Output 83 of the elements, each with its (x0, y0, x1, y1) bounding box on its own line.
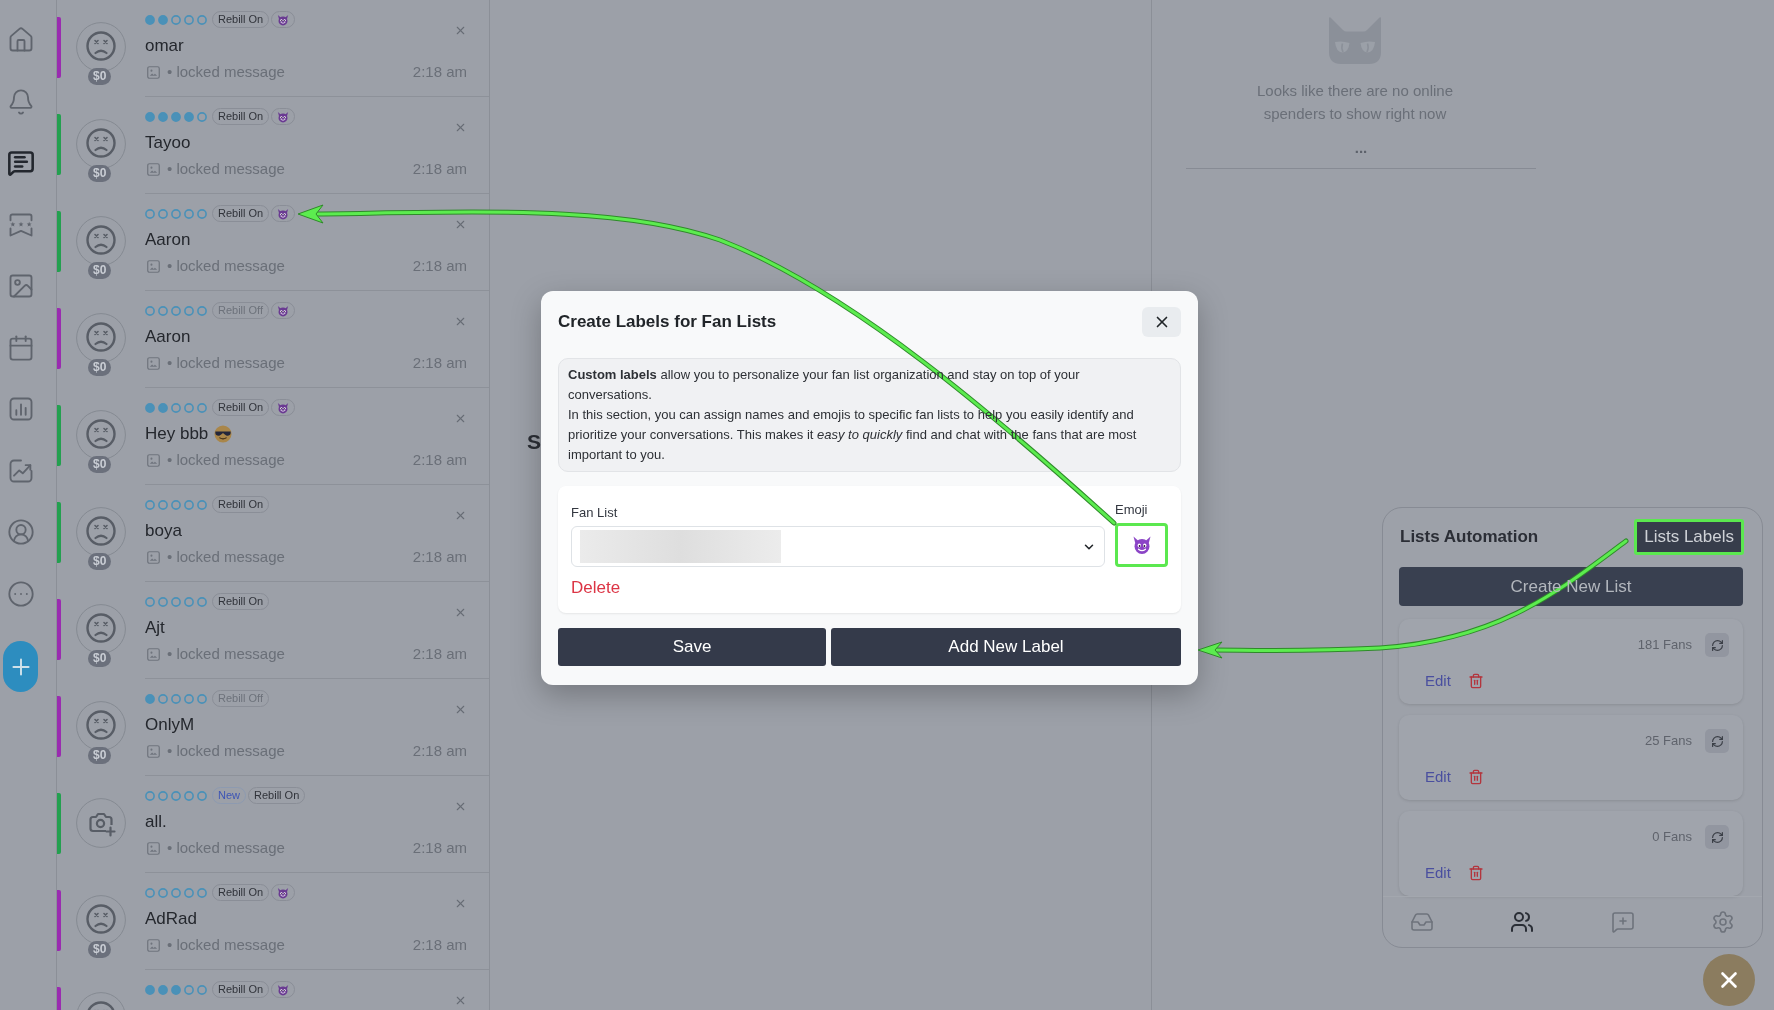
more-icon[interactable] (7, 579, 35, 608)
image-icon (147, 647, 160, 661)
chat-name: Hey bbb (145, 423, 209, 446)
image-icon (147, 162, 160, 176)
trash-icon[interactable] (1467, 769, 1484, 785)
spend-badge: $0 (88, 262, 112, 279)
refresh-icon (1710, 830, 1724, 844)
spend-badge: $0 (88, 747, 112, 764)
image-icon (147, 938, 160, 952)
image-icon (147, 550, 160, 564)
close-icon[interactable] (454, 703, 467, 716)
message-plus-icon[interactable] (1610, 910, 1635, 934)
close-icon[interactable] (454, 121, 467, 134)
create-list-button[interactable]: Create New List (1399, 567, 1743, 606)
close-icon[interactable] (454, 218, 467, 231)
inbox-icon[interactable] (1410, 910, 1434, 934)
image-icon[interactable] (7, 272, 35, 300)
dialog-title: Create Labels for Fan Lists (558, 311, 777, 334)
field-label: Emoji (1115, 502, 1148, 518)
refresh-button[interactable] (1705, 825, 1729, 849)
refresh-icon (1710, 638, 1724, 652)
add-button[interactable] (3, 641, 38, 692)
close-icon[interactable] (454, 606, 467, 619)
users-icon[interactable] (1510, 910, 1535, 934)
refresh-button[interactable] (1705, 729, 1729, 753)
close-icon[interactable] (454, 24, 467, 37)
fans-count: 0 Fans (1652, 828, 1692, 847)
panel-title: Lists Automation (1400, 526, 1539, 549)
more-dots: ... (1354, 140, 1368, 156)
spend-badge: $0 (88, 359, 112, 376)
chat-name: Aaron (145, 229, 191, 252)
spend-badge: $0 (88, 553, 112, 570)
chat-name: all. (145, 811, 167, 834)
close-icon[interactable] (454, 994, 467, 1007)
close-icon[interactable] (454, 509, 467, 522)
fans-count: 181 Fans (1637, 636, 1692, 655)
chat-name: Aaron (145, 326, 191, 349)
spend-badge: $0 (88, 941, 112, 958)
image-icon (147, 356, 160, 370)
chat-name: Tayoo (145, 132, 191, 155)
emoji-picker-button[interactable] (1115, 523, 1168, 567)
user-circle-icon[interactable] (7, 518, 35, 546)
fans-count: 25 Fans (1645, 732, 1692, 751)
spend-badge: $0 (88, 165, 112, 182)
trash-icon[interactable] (1467, 865, 1484, 881)
add-label-button[interactable]: Add New Label (831, 628, 1181, 666)
image-icon (147, 65, 160, 79)
close-fab-button[interactable] (1703, 954, 1755, 1006)
chat-name: OnlyM (145, 714, 195, 737)
spend-badge: $0 (88, 68, 112, 85)
image-icon (147, 453, 160, 467)
chat-list-item[interactable]: Rebill On (145, 970, 489, 1010)
heading-fragment: S (527, 430, 541, 453)
image-icon (147, 841, 160, 855)
close-icon[interactable] (454, 897, 467, 910)
fan-list-select[interactable] (571, 526, 1105, 567)
camera-plus-avatar-icon[interactable] (76, 798, 126, 848)
refresh-button[interactable] (1705, 633, 1729, 657)
close-icon[interactable] (454, 315, 467, 328)
calendar-icon[interactable] (7, 333, 35, 362)
settings-icon[interactable] (1711, 910, 1735, 934)
lists-labels-button[interactable]: Lists Labels (1634, 519, 1744, 555)
trash-icon[interactable] (1467, 673, 1484, 689)
close-icon[interactable] (454, 800, 467, 813)
image-icon (147, 259, 160, 273)
devil-emoji-icon (1131, 535, 1152, 555)
home-icon[interactable] (7, 26, 35, 54)
spend-badge: $0 (88, 650, 112, 667)
chat-name: AdRad (145, 908, 197, 931)
image-icon (147, 744, 160, 758)
save-button[interactable]: Save (558, 628, 826, 666)
chat-name: boya (145, 520, 182, 543)
dialog-close-button[interactable] (1142, 307, 1181, 337)
chat-name: omar (145, 35, 184, 58)
bar-chart-icon[interactable] (7, 395, 35, 423)
chat-icon[interactable] (7, 149, 35, 177)
delete-link[interactable]: Delete (571, 578, 621, 598)
spend-badge: $0 (88, 456, 112, 473)
close-icon[interactable] (454, 412, 467, 425)
refresh-icon (1710, 734, 1724, 748)
chat-name: Ajt (145, 617, 165, 640)
bell-icon[interactable] (7, 87, 35, 116)
field-label: Fan List (571, 505, 618, 521)
